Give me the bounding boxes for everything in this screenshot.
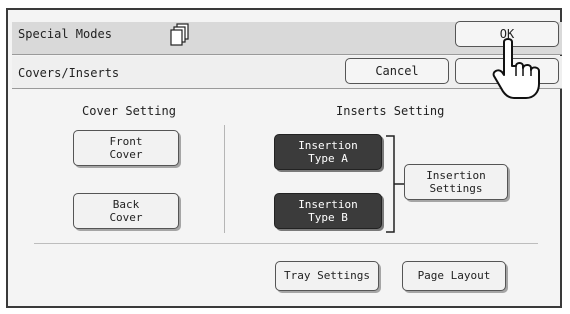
section-divider [224,125,225,233]
insertion-type-a-button[interactable]: Insertion Type A [274,134,382,170]
copy-stack-icon [170,23,189,46]
covers-inserts-title: Covers/Inserts [18,66,120,80]
front-cover-button[interactable]: Front Cover [73,130,179,166]
cover-setting-title: Cover Setting [82,104,176,118]
page-layout-button[interactable]: Page Layout [402,261,506,291]
insertion-bracket [386,135,404,233]
footer-divider [34,243,538,244]
insertion-type-b-button[interactable]: Insertion Type B [274,193,382,229]
pointing-hand-icon [492,38,540,99]
insertion-settings-button[interactable]: Insertion Settings [404,164,508,200]
cancel-button[interactable]: Cancel [345,58,449,84]
special-modes-title: Special Modes [18,27,112,41]
tray-settings-button[interactable]: Tray Settings [275,261,379,291]
inserts-setting-title: Inserts Setting [336,104,445,118]
back-cover-button[interactable]: Back Cover [73,193,179,229]
